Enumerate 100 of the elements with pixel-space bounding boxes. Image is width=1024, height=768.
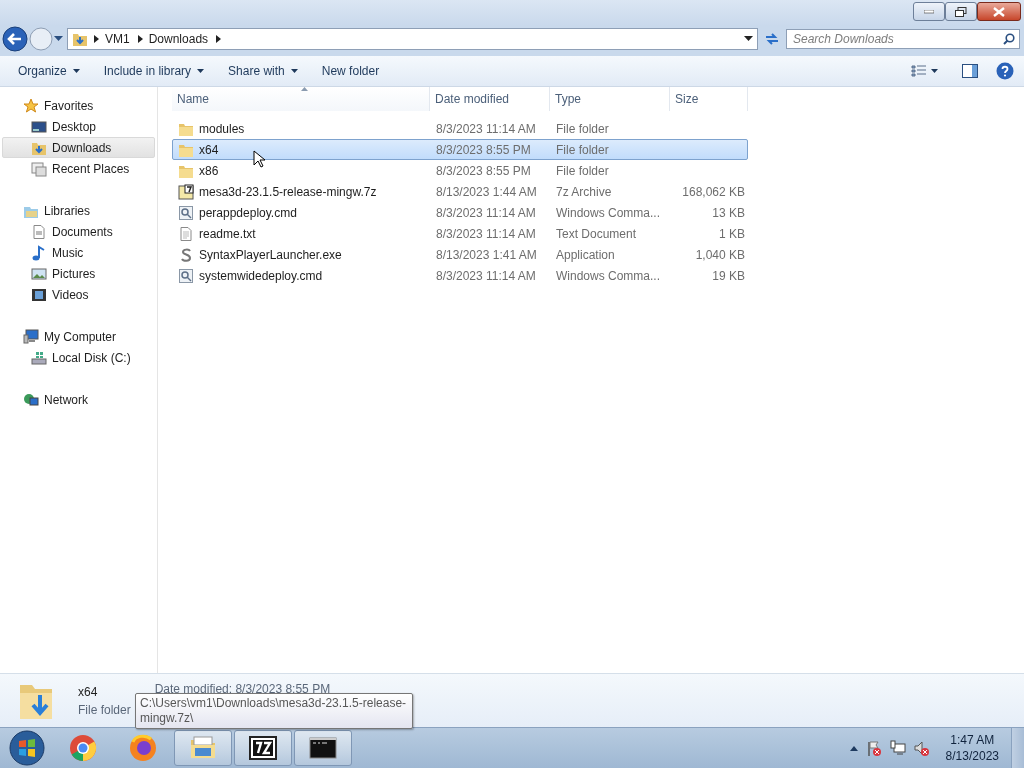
film-icon xyxy=(31,286,47,303)
sidebar-item[interactable]: Pictures xyxy=(2,263,155,284)
refresh-icon[interactable] xyxy=(764,32,780,46)
file-type: Application xyxy=(556,247,615,262)
sidebar-header[interactable]: Libraries xyxy=(2,200,155,221)
sidebar-header[interactable]: Favorites xyxy=(2,95,155,116)
music-note-icon xyxy=(31,244,47,261)
tooltip: C:\Users\vm1\Downloads\mesa3d-23.1.5-release-mingw.7z\ xyxy=(135,693,413,729)
mouse-cursor-icon xyxy=(253,150,265,168)
taskbar-button[interactable] xyxy=(294,730,352,766)
toolbar-button[interactable]: Share with xyxy=(220,60,306,82)
toolbar-button[interactable]: Organize xyxy=(10,60,88,82)
breadcrumb[interactable]: Downloads xyxy=(148,32,209,46)
file-row[interactable]: SyntaxPlayerLauncher.exe 8/13/2023 1:41 AM Application 1,040 KB xyxy=(172,244,748,265)
restore-icon xyxy=(955,6,967,17)
archive-icon xyxy=(178,183,194,200)
file-row[interactable]: perappdeploy.cmd 8/3/2023 11:14 AM Windows Comma... 13 KB xyxy=(172,202,748,223)
disk-drive-icon xyxy=(31,349,47,366)
file-name: mesa3d-23.1.5-release-mingw.7z xyxy=(199,184,377,199)
chevron-icon[interactable] xyxy=(137,35,143,43)
file-type: Windows Comma... xyxy=(556,268,661,283)
sidebar-item[interactable]: Music xyxy=(2,242,155,263)
firefox-icon xyxy=(129,734,157,762)
sidebar-item[interactable]: Desktop xyxy=(2,116,155,137)
minimize-button[interactable] xyxy=(913,2,945,21)
sidebar-header[interactable]: Network xyxy=(2,389,155,410)
file-row[interactable]: readme.txt 8/3/2023 11:14 AM Text Document 1 KB xyxy=(172,223,748,244)
file-type: File folder xyxy=(556,163,609,178)
breadcrumb[interactable]: VM1 xyxy=(105,32,130,46)
column-header[interactable]: Date modified xyxy=(430,87,550,111)
show-hidden-icons-icon[interactable] xyxy=(849,745,858,751)
downloads-folder-icon xyxy=(72,31,88,47)
caret-icon xyxy=(197,69,205,73)
sort-arrow-icon xyxy=(300,87,308,91)
column-header[interactable]: Type xyxy=(550,87,670,111)
caret-icon[interactable] xyxy=(931,69,938,73)
file-type: File folder xyxy=(556,121,609,136)
network-status-icon[interactable] xyxy=(889,740,906,756)
action-center-icon[interactable] xyxy=(865,740,882,756)
file-type: File folder xyxy=(556,142,609,157)
help-icon[interactable] xyxy=(996,62,1014,80)
sidebar-item[interactable]: Recent Places xyxy=(2,158,155,179)
computer-icon xyxy=(23,328,39,345)
view-icon[interactable] xyxy=(911,65,927,77)
preview-pane-icon[interactable] xyxy=(962,64,978,78)
date-modified: 8/3/2023 11:14 AM xyxy=(436,205,536,220)
file-row[interactable]: x64 8/3/2023 8:55 PM File folder xyxy=(172,139,748,160)
sidebar-item[interactable]: Local Disk (C:) xyxy=(2,347,155,368)
volume-muted-icon[interactable] xyxy=(913,740,930,756)
start-button[interactable] xyxy=(9,730,45,766)
file-name: readme.txt xyxy=(199,226,256,241)
file-size: 1,040 KB xyxy=(695,247,745,262)
sidebar-item[interactable]: Documents xyxy=(2,221,155,242)
column-header[interactable]: Name xyxy=(172,87,430,111)
column-header[interactable]: Size xyxy=(670,87,748,111)
file-name: modules xyxy=(199,121,245,136)
search-icon[interactable] xyxy=(1003,33,1015,45)
item-type: File folder xyxy=(78,702,131,717)
date-modified: 8/3/2023 8:55 PM xyxy=(436,142,531,157)
pictures-icon xyxy=(31,265,47,282)
desktop-icon xyxy=(31,118,47,135)
sidebar-header[interactable]: My Computer xyxy=(2,326,155,347)
minimize-icon xyxy=(924,9,934,14)
document-icon xyxy=(31,223,47,240)
date-modified: 8/3/2023 11:14 AM xyxy=(436,226,536,241)
chevron-icon[interactable] xyxy=(216,35,222,43)
close-button[interactable] xyxy=(977,2,1021,21)
sidebar-item[interactable]: Videos xyxy=(2,284,155,305)
restore-button[interactable] xyxy=(945,2,977,21)
toolbar-button[interactable]: New folder xyxy=(313,60,388,82)
address-bar[interactable]: VM1 Downloads xyxy=(67,28,758,50)
seven-zip-icon xyxy=(249,734,277,762)
caret-icon xyxy=(290,69,298,73)
clock-date[interactable]: 8/13/2023 xyxy=(945,748,999,764)
file-row[interactable]: modules 8/3/2023 11:14 AM File folder xyxy=(172,118,748,139)
file-size: 168,062 KB xyxy=(682,184,745,199)
file-size: 19 KB xyxy=(712,268,745,283)
back-button[interactable] xyxy=(2,26,28,52)
taskbar-button[interactable] xyxy=(234,730,292,766)
file-name: systemwidedeploy.cmd xyxy=(199,268,323,283)
toolbar-button[interactable]: Include in library xyxy=(95,60,213,82)
terminal-icon xyxy=(309,734,337,762)
search-field[interactable]: Search Downloads xyxy=(786,29,1020,49)
file-type: 7z Archive xyxy=(556,184,612,199)
close-icon xyxy=(993,6,1005,17)
sidebar-item[interactable]: Downloads xyxy=(2,137,155,158)
file-size: 13 KB xyxy=(712,205,745,220)
file-type: Windows Comma... xyxy=(556,205,661,220)
date-modified: 8/3/2023 11:14 AM xyxy=(436,121,536,136)
file-row[interactable]: x86 8/3/2023 8:55 PM File folder xyxy=(172,160,748,181)
clock-time[interactable]: 1:47 AM xyxy=(950,732,995,748)
dropdown-caret-icon[interactable] xyxy=(744,36,753,42)
date-modified: 8/3/2023 11:14 AM xyxy=(436,268,536,283)
file-name: perappdeploy.cmd xyxy=(199,205,297,220)
file-row[interactable]: systemwidedeploy.cmd 8/3/2023 11:14 AM Windows Comma... 19 KB xyxy=(172,265,748,286)
file-name: x86 xyxy=(199,163,219,178)
chevron-icon[interactable] xyxy=(94,35,99,43)
file-row[interactable]: mesa3d-23.1.5-release-mingw.7z 8/13/2023 1:44 AM 7z Archive 168,062 KB xyxy=(172,181,748,202)
history-caret-icon[interactable] xyxy=(54,36,63,42)
chrome-icon xyxy=(69,734,97,762)
